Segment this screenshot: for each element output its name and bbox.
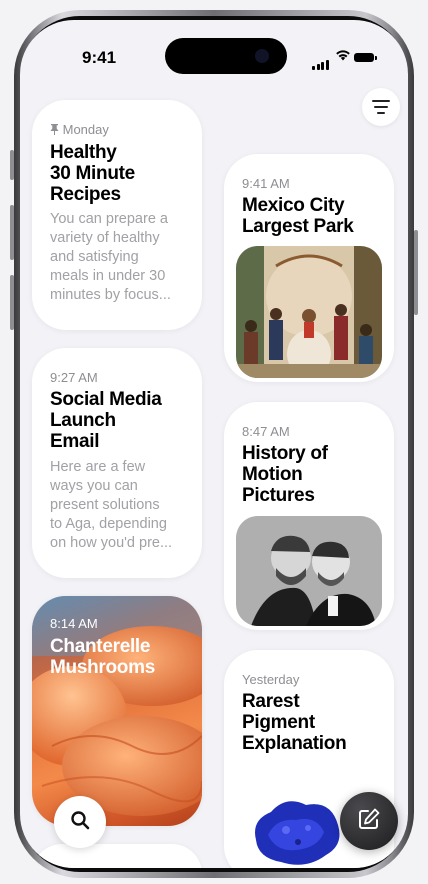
note-card-mexico-city[interactable]: 9:41 AM Mexico City Largest Park xyxy=(224,154,394,382)
compose-icon xyxy=(357,807,381,836)
wifi-icon xyxy=(335,48,351,65)
screen: 9:41 Monday Healthy 30 Minute Recipes You … xyxy=(20,20,408,868)
search-icon xyxy=(70,810,90,835)
note-title: Social Media Launch Email xyxy=(50,389,162,452)
note-card-recipes[interactable]: Monday Healthy 30 Minute Recipes You can p… xyxy=(32,100,202,330)
note-preview: Here are a few ways you can present soluti… xyxy=(50,459,173,551)
note-meta: 8:47 AM xyxy=(242,424,290,439)
dynamic-island xyxy=(165,38,287,74)
camera-icon xyxy=(255,49,269,63)
note-preview: You can prepare a variety of healthy and s… xyxy=(50,211,171,303)
note-title: Rarest Pigment Explanation xyxy=(242,691,347,754)
note-title: Mexico City Largest Park xyxy=(242,195,354,237)
power-button xyxy=(414,230,418,315)
status-bar: 9:41 xyxy=(20,20,408,90)
photo-image xyxy=(236,516,382,626)
painting-image xyxy=(236,246,382,378)
menu-button[interactable] xyxy=(362,88,400,126)
cellular-signal-icon xyxy=(312,52,330,70)
note-card-chanterelle[interactable]: 8:14 AM Chanterelle Mushrooms xyxy=(32,596,202,826)
note-card-partial[interactable] xyxy=(32,844,202,868)
battery-icon xyxy=(354,53,377,62)
note-meta: Yesterday xyxy=(242,672,300,687)
note-card-motion-pictures[interactable]: 8:47 AM History of Motion Pictures xyxy=(224,402,394,630)
note-title: Healthy 30 Minute Recipes xyxy=(50,142,135,205)
menu-lines-icon xyxy=(372,100,390,114)
status-time: 9:41 xyxy=(82,48,117,67)
action-button xyxy=(10,150,14,180)
pin-icon xyxy=(50,122,63,137)
note-meta: Monday xyxy=(50,122,109,137)
note-meta: 9:27 AM xyxy=(50,370,98,385)
pigment-image xyxy=(255,801,340,865)
note-meta: 9:41 AM xyxy=(242,176,290,191)
note-title: Chanterelle Mushrooms xyxy=(50,636,155,678)
note-title: History of Motion Pictures xyxy=(242,443,328,506)
volume-down-button xyxy=(10,275,14,330)
search-button[interactable] xyxy=(54,796,106,848)
volume-up-button xyxy=(10,205,14,260)
compose-button[interactable] xyxy=(340,792,398,850)
note-meta: 8:14 AM xyxy=(50,616,98,631)
note-card-social-media[interactable]: 9:27 AM Social Media Launch Email Here are… xyxy=(32,348,202,578)
